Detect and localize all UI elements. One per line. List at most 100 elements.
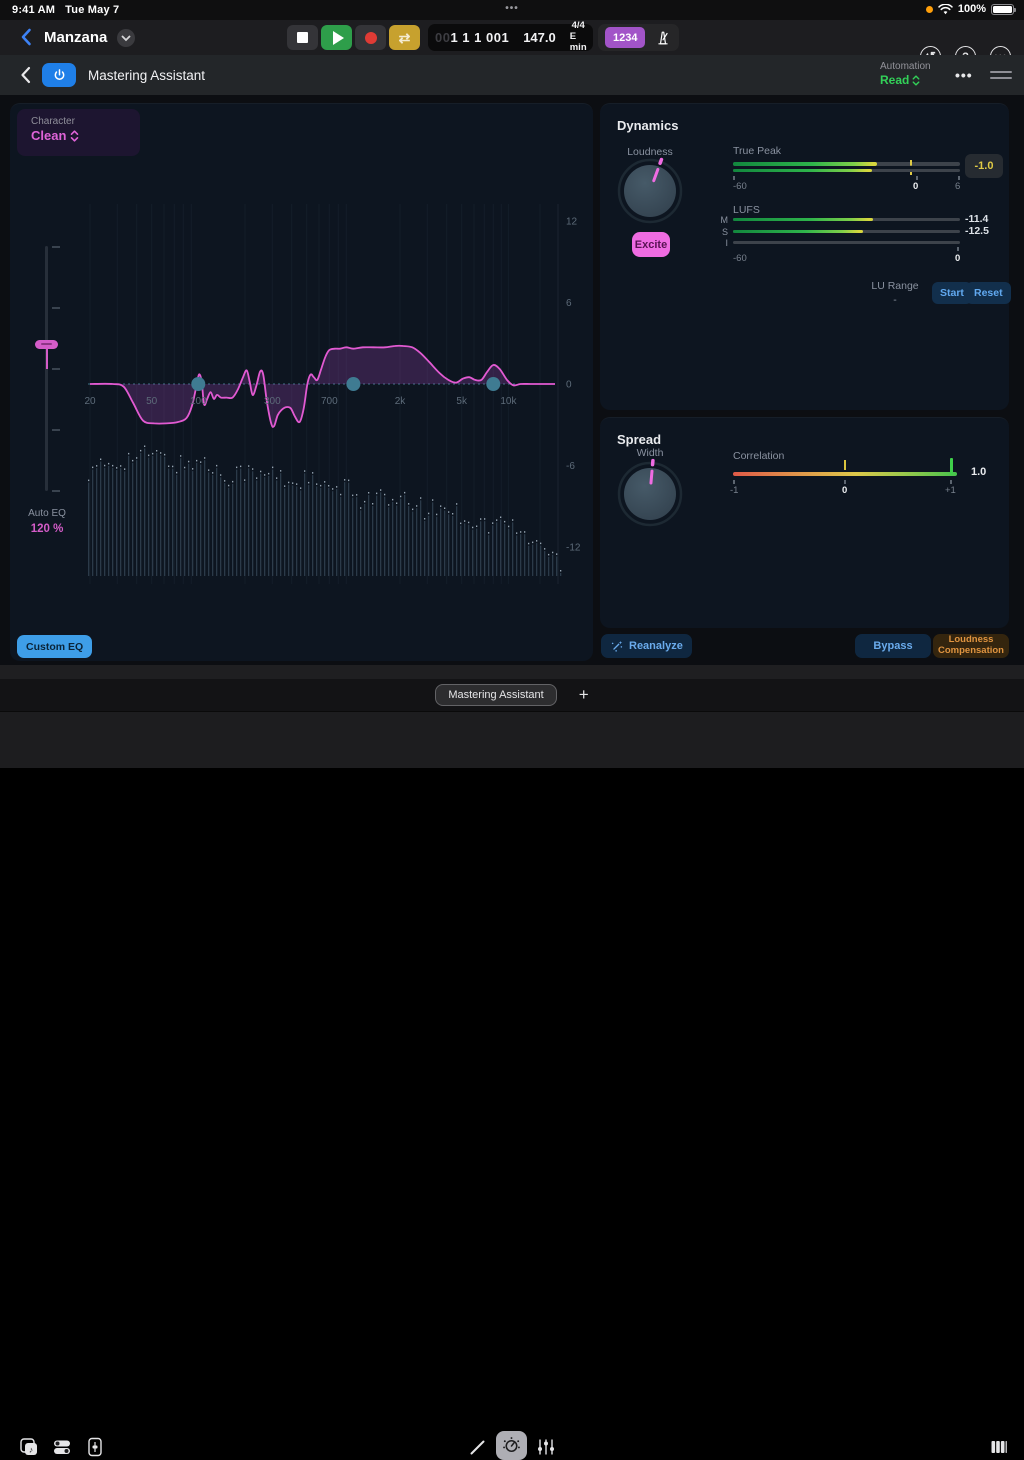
svg-text:300: 300: [264, 396, 281, 407]
correlation-label: Correlation: [733, 450, 784, 462]
knob-view-icon: [501, 1435, 522, 1456]
lufs-i-meter: [733, 241, 960, 244]
loop-browser-button[interactable]: ♪: [16, 1434, 42, 1460]
svg-text:5k: 5k: [456, 396, 468, 407]
reanalyze-label: Reanalyze: [629, 640, 683, 652]
chevron-down-icon: [121, 35, 131, 42]
plugin-back-chevron-icon[interactable]: [16, 64, 36, 86]
project-menu-button[interactable]: [117, 29, 135, 47]
svg-text:10k: 10k: [500, 396, 517, 407]
slider-tick: [52, 368, 60, 370]
correlation-center-marker: [844, 460, 846, 470]
controls-view-button-selected[interactable]: [496, 1431, 527, 1460]
stop-button[interactable]: [287, 25, 318, 50]
metronome-icon[interactable]: [654, 29, 672, 47]
battery-icon: [991, 4, 1014, 15]
lufs-i-label: I: [716, 238, 728, 248]
cycle-button[interactable]: ⇄: [389, 25, 420, 50]
playhead-position: 001 1 1 001: [428, 24, 516, 51]
slider-tick: [52, 490, 60, 492]
bypass-button[interactable]: Bypass: [855, 634, 931, 658]
tracks-view-icon: [51, 1436, 73, 1458]
plugin-header: Mastering Assistant Automation Read •••: [0, 55, 1024, 95]
svg-text:-6: -6: [566, 461, 575, 472]
custom-eq-button[interactable]: Custom EQ: [17, 635, 92, 658]
magic-wand-icon: [610, 639, 624, 653]
svg-text:♪: ♪: [29, 1445, 33, 1455]
automation-value: Read: [880, 73, 909, 87]
record-button[interactable]: [355, 25, 386, 50]
count-in-button[interactable]: 1234: [605, 27, 645, 48]
plugin-tab-bar: Mastering Assistant +: [0, 679, 1024, 711]
piano-keys-icon: [988, 1438, 1010, 1456]
lufs-s-label: S: [716, 227, 728, 237]
lufs-scale-min: -60: [733, 253, 747, 264]
width-knob[interactable]: [613, 457, 687, 531]
updown-chevrons-icon: [70, 130, 79, 142]
battery-percent: 100%: [958, 3, 986, 15]
true-peak-hold-marker: [910, 160, 912, 175]
correlation-value: 1.0: [971, 466, 986, 478]
multitask-dots: •••: [0, 3, 1024, 14]
corr-scale-max: +1: [945, 485, 956, 496]
spread-title: Spread: [617, 432, 661, 447]
eq-panel: 20501003007002k5k10k1260-6-12 Character …: [10, 103, 593, 661]
stop-icon: [297, 32, 308, 43]
lcd-display[interactable]: 001 1 1 001 147.0 4/4E min: [428, 24, 593, 51]
pencil-icon: [468, 1437, 488, 1457]
correlation-meter: [733, 472, 957, 476]
automation-label: Automation: [880, 61, 931, 72]
mixer-button[interactable]: [533, 1434, 559, 1460]
mastering-assistant-view: 20501003007002k5k10k1260-6-12 Character …: [0, 95, 1024, 665]
correlation-value-marker: [950, 458, 953, 475]
updown-chevrons-icon: [912, 75, 920, 86]
lufs-m-label: M: [716, 215, 728, 225]
auto-eq-slider-track[interactable]: [45, 246, 48, 491]
tracks-view-button[interactable]: [49, 1434, 75, 1460]
auto-eq-slider-handle[interactable]: [35, 340, 58, 349]
project-name[interactable]: Manzana: [44, 29, 107, 46]
spread-panel: Spread Width Correlation -1 0 +1 1.0: [600, 417, 1009, 628]
true-peak-value: -1.0: [965, 154, 1003, 178]
count-in-group: 1234: [598, 24, 679, 51]
back-chevron-icon[interactable]: [16, 26, 38, 48]
reanalyze-button[interactable]: Reanalyze: [601, 634, 692, 658]
character-label: Character: [31, 116, 140, 127]
plugin-more-button[interactable]: •••: [955, 67, 973, 83]
svg-text:12: 12: [566, 217, 578, 228]
key-signature-display: 4/4E min: [563, 24, 594, 51]
loop-browser-icon: ♪: [18, 1436, 40, 1458]
plugin-window-handle-icon[interactable]: [990, 71, 1012, 83]
auto-eq-value: 120 %: [10, 523, 84, 535]
plugin-controls-button[interactable]: [82, 1434, 108, 1460]
tp-scale-min: -60: [733, 181, 747, 192]
automation-pencil-button[interactable]: [465, 1434, 491, 1460]
svg-text:100: 100: [190, 396, 207, 407]
lufs-s-value: -12.5: [965, 225, 989, 237]
divider-strip: [0, 665, 1024, 679]
true-peak-meter-top: [733, 162, 960, 166]
play-icon: [333, 31, 344, 45]
tp-scale-zero: 0: [913, 181, 918, 192]
tab-mastering-assistant[interactable]: Mastering Assistant: [435, 684, 556, 706]
loudness-knob[interactable]: [613, 154, 687, 228]
lu-range-reset-button[interactable]: Reset: [966, 282, 1011, 304]
status-bar: 9:41 AMTue May 7 ••• 100%: [0, 0, 1024, 20]
loudness-compensation-button[interactable]: Loudness Compensation: [933, 634, 1009, 658]
wifi-icon: [938, 4, 953, 15]
ellipsis-icon: •••: [955, 67, 973, 83]
svg-text:700: 700: [321, 396, 338, 407]
character-selector[interactable]: Character Clean: [17, 109, 140, 156]
plugin-controls-icon: [85, 1436, 105, 1458]
tp-scale-max: 6: [955, 181, 960, 192]
keyboard-button[interactable]: [986, 1434, 1012, 1460]
mixer-faders-icon: [536, 1437, 556, 1457]
power-icon: [52, 68, 67, 83]
eq-frequency-chart[interactable]: 20501003007002k5k10k1260-6-12: [10, 104, 593, 662]
add-plugin-button[interactable]: +: [579, 685, 589, 705]
plugin-power-button[interactable]: [42, 63, 76, 87]
svg-text:0: 0: [566, 380, 572, 391]
play-button[interactable]: [321, 25, 352, 50]
excite-button[interactable]: Excite: [632, 232, 670, 257]
automation-selector[interactable]: Automation Read: [880, 61, 931, 87]
